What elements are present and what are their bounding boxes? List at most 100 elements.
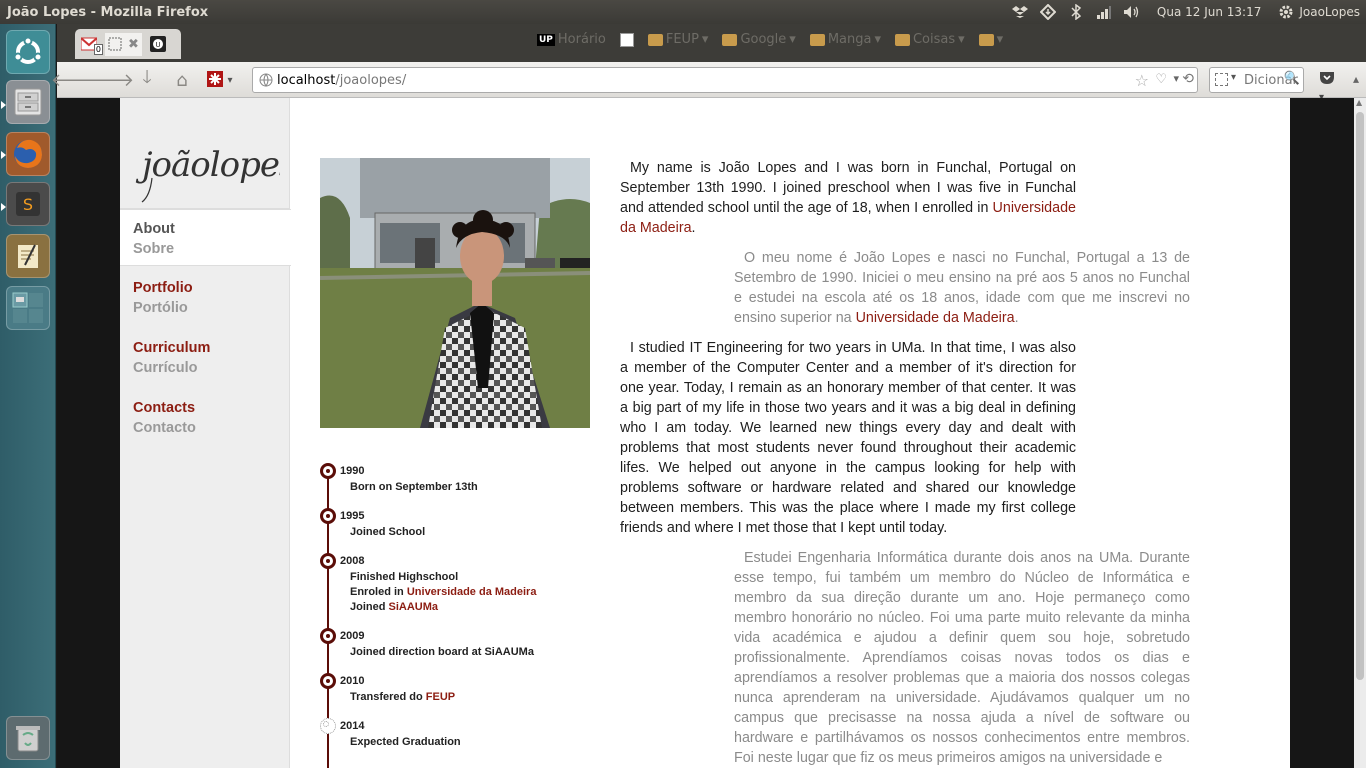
timeline-text: Joined School [350,525,425,540]
trash-button[interactable] [6,716,50,760]
timeline-dot-future [320,718,336,734]
files-button[interactable] [6,80,50,124]
bluetooth-icon[interactable] [1067,4,1085,20]
bio-en-paragraph-1: My name is João Lopes and I was born in … [620,160,1076,236]
up-icon: UP [537,33,555,46]
search-icon[interactable]: 🔍 [1284,71,1300,86]
signature-logo: joãolopes [135,145,297,203]
timeline-dot [320,553,336,569]
firefox-button[interactable] [6,132,50,176]
volume-icon[interactable] [1123,4,1141,20]
folder-icon [809,33,825,46]
folder-icon [978,33,994,46]
page-scrollbar[interactable]: ▲ [1354,98,1366,768]
chevron-down-icon: ▾ [227,74,233,86]
chevron-down-icon[interactable]: ▾ [1173,72,1179,85]
asterisk-icon [207,71,224,87]
bookmark-feup[interactable] [619,32,634,47]
tab-close-icon[interactable]: ✖ [128,37,139,52]
bookmark-label: Google [740,32,787,47]
search-bar[interactable]: ▾ Dicionár 🔍 [1209,67,1304,93]
globe-icon [259,73,273,87]
workspace-switcher-button[interactable] [6,286,50,330]
nav-curriculum[interactable]: Curriculum Currículo [120,338,290,378]
timeline-year: 1995 [340,510,365,522]
clock[interactable]: Qua 12 Jun 13:17 [1151,5,1267,19]
nav-contacts[interactable]: Contacts Contacto [120,398,290,438]
scroll-up-icon[interactable]: ▲ [1356,98,1362,107]
ubuntu-logo-icon [13,37,43,64]
top-panel: João Lopes - Mozilla Firefox Qua 12 Jun … [0,0,1366,24]
user-name[interactable]: JoaoLopes [1299,5,1360,19]
chevron-down-icon: ▾ [874,32,881,47]
scrollbar-thumb[interactable] [1356,112,1364,680]
svg-text:S: S [23,195,33,214]
page-viewport: joãolopes About Sobre Portfolio Portólio… [57,98,1366,768]
folder-icon [894,33,910,46]
gmail-tab[interactable]: 0 [81,37,103,55]
timeline-line-prefix: Transfered do [350,691,426,703]
bookmark-folder-manga[interactable]: Manga ▾ [809,32,881,47]
bio-pt-paragraph-1: O meu nome é João Lopes e nasci no Funch… [734,250,1190,326]
text-editor-icon [18,244,38,268]
pocket-icon[interactable]: ♡ [1155,72,1167,87]
timeline-dot [320,463,336,479]
gear-icon[interactable] [1277,4,1295,20]
window-title: João Lopes - Mozilla Firefox [7,4,209,20]
url-path: /joaolopes/ [335,72,407,88]
editor-button[interactable] [6,234,50,278]
forward-button[interactable]: 🡒 [86,68,134,92]
url-bar[interactable]: localhost/joaolopes/ ☆ ♡ ▾ ⟲ [252,67,1198,93]
nav-label-pt: Portólio [133,300,188,316]
bookmark-folder-google[interactable]: Google ▾ [722,32,796,47]
timeline-line-text: Expected Graduation [350,736,461,748]
pocket-button[interactable]: ▾ [1319,71,1343,103]
reload-icon[interactable]: ⟲ [1182,71,1194,87]
back-button[interactable]: 🡐 [51,68,99,92]
sublime-text-icon: S [16,192,40,216]
menu-icon[interactable]: ▴ [1353,72,1359,86]
addon-button[interactable]: ▾ [203,68,237,92]
site-logo[interactable]: joãolopes [130,116,297,206]
nav-about[interactable]: About Sobre [120,209,291,266]
up-tab[interactable]: U [149,36,166,52]
dropbox-icon[interactable] [1011,4,1029,20]
ubuntuone-icon[interactable] [1039,4,1057,20]
link-uma-pt[interactable]: Universidade da Madeira [856,310,1015,326]
network-icon[interactable] [1095,4,1113,20]
active-tab[interactable]: ✖ [105,32,142,56]
bio-pt-paragraph-2: Estudei Engenharia Informática durante d… [734,550,1190,766]
search-engine-icon[interactable] [1215,73,1228,86]
home-button[interactable]: ⌂ [169,68,195,92]
timeline-line-text: Joined SiAAUMa [350,600,536,615]
svg-text:joãolopes: joãolopes [135,145,280,185]
bookmark-folder-feup[interactable]: FEUP ▾ [647,32,708,47]
nav-label-pt: Sobre [133,241,175,257]
timeline-link-feup[interactable]: FEUP [426,691,455,703]
timeline-line-prefix: Enroled in [350,586,407,598]
timeline-line-text: Enroled in Universidade da Madeira [350,585,536,600]
download-button[interactable]: 🡓 [134,67,160,92]
file-cabinet-icon [14,88,42,116]
bookmark-folder-coisas[interactable]: Coisas ▾ [894,32,965,47]
bookmark-horario[interactable]: UP Horário [537,32,606,47]
nav-label-pt: Contacto [133,420,196,436]
svg-text:U: U [155,41,160,49]
dash-button[interactable] [6,30,50,74]
workspaces-icon [12,292,43,323]
portfolio-page: joãolopes About Sobre Portfolio Portólio… [120,98,1290,768]
trash-icon [16,726,40,752]
timeline-dot [320,673,336,689]
site-sidebar: joãolopes About Sobre Portfolio Portólio… [120,98,297,768]
timeline-link-siaauma[interactable]: SiAAUMa [389,601,439,613]
timeline-line-text: Born on September 13th [350,481,478,493]
nav-label-pt: Currículo [133,360,198,376]
nav-portfolio[interactable]: Portfolio Portólio [120,278,290,318]
up-icon: U [149,36,166,52]
timeline-text: Joined direction board at SiAAUMa [350,645,534,660]
sublime-button[interactable]: S [6,182,50,226]
star-icon[interactable]: ☆ [1135,71,1149,90]
timeline-link-uma[interactable]: Universidade da Madeira [407,586,537,598]
timeline-text: Expected Graduation [350,735,461,750]
bookmark-folder-other[interactable]: ▾ [978,32,1003,47]
